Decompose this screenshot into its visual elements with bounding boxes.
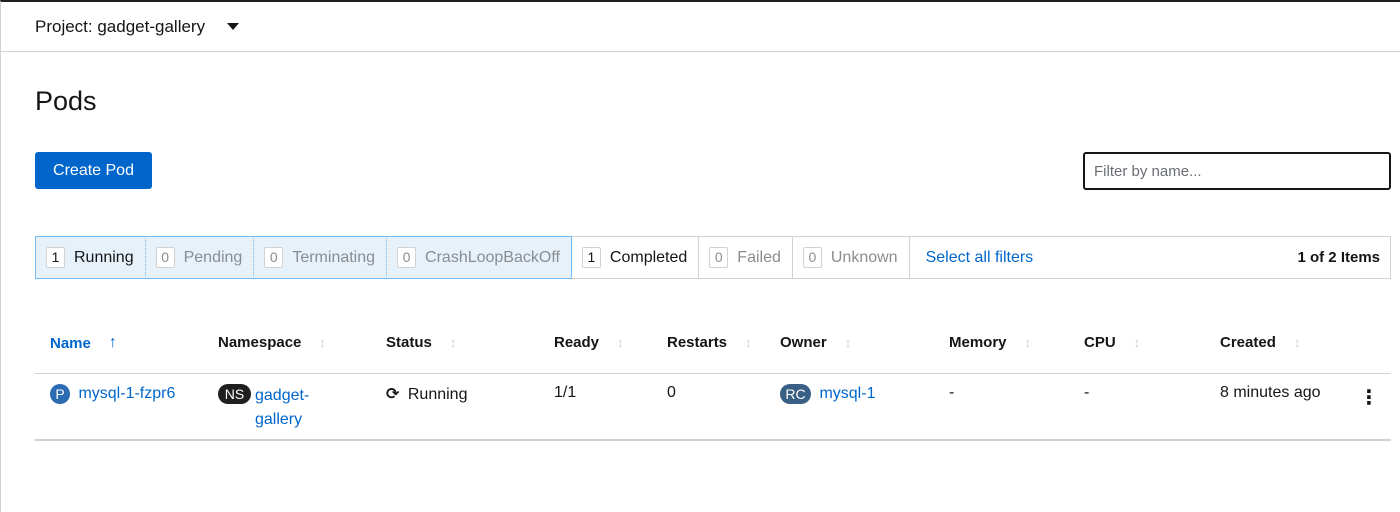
filter-count: 0 xyxy=(397,247,417,268)
column-header-status[interactable]: Status ↕ xyxy=(386,334,456,351)
filter-chip-completed[interactable]: 1 Completed xyxy=(572,237,700,278)
owner-link[interactable]: mysql-1 xyxy=(819,385,875,402)
filter-chip-running[interactable]: 1 Running xyxy=(35,236,146,279)
caret-down-icon[interactable] xyxy=(227,23,240,30)
sort-icon: ↕ xyxy=(1024,335,1032,350)
column-label: CPU xyxy=(1084,334,1116,351)
project-bar: Project: gadget-gallery xyxy=(1,2,1400,52)
column-header-restarts[interactable]: Restarts ↕ xyxy=(667,334,752,351)
filter-label: Failed xyxy=(737,248,781,266)
filter-by-name-input[interactable] xyxy=(1083,152,1391,190)
sort-icon: ↕ xyxy=(745,335,752,350)
sort-icon: ↕ xyxy=(1133,335,1141,350)
filter-label: CrashLoopBackOff xyxy=(425,248,560,266)
filter-count: 1 xyxy=(581,247,601,268)
filter-count: 1 xyxy=(46,247,65,268)
column-label: Created xyxy=(1220,334,1276,351)
column-label: Restarts xyxy=(667,334,728,351)
filter-count: 0 xyxy=(155,247,175,268)
create-pod-button[interactable]: Create Pod xyxy=(35,152,152,189)
column-label: Owner xyxy=(780,334,827,351)
filter-chip-terminating[interactable]: 0 Terminating xyxy=(253,236,388,279)
pod-name-cell: P mysql-1-fzpr6 xyxy=(50,384,175,404)
status-text: Running xyxy=(407,386,468,403)
select-all-filters-link[interactable]: Select all filters xyxy=(910,237,1034,278)
column-header-name[interactable]: Name ↑ xyxy=(50,334,117,352)
namespace-badge: NS xyxy=(218,384,251,404)
filter-chip-unknown[interactable]: 0 Unknown xyxy=(793,237,910,278)
kebab-menu-icon[interactable]: ⋮ xyxy=(1359,388,1379,408)
filter-label: Completed xyxy=(609,248,688,266)
sort-icon: ↕ xyxy=(617,335,624,350)
sort-icon: ↕ xyxy=(844,335,852,350)
filter-chip-failed[interactable]: 0 Failed xyxy=(699,237,793,278)
column-header-namespace[interactable]: Namespace ↕ xyxy=(218,334,326,351)
status-filter-bar: 1 Running 0 Pending 0 Terminating 0 Cras… xyxy=(35,236,1391,279)
filter-count: 0 xyxy=(709,247,729,268)
sync-icon: ⟳ xyxy=(386,386,400,403)
filter-chip-crashloopbackoff[interactable]: 0 CrashLoopBackOff xyxy=(386,236,572,279)
owner-cell: RC mysql-1 xyxy=(780,384,875,404)
filter-label: Terminating xyxy=(292,248,376,266)
column-header-created[interactable]: Created ↕ xyxy=(1220,334,1300,351)
created-cell: 8 minutes ago xyxy=(1220,384,1321,401)
sort-ascending-icon: ↑ xyxy=(108,334,117,351)
column-header-memory[interactable]: Memory ↕ xyxy=(949,334,1031,351)
page-title: Pods xyxy=(35,86,97,116)
column-label: Namespace xyxy=(218,334,302,351)
table-row: P mysql-1-fzpr6 NS gadget- gallery ⟳ Run… xyxy=(35,374,1391,441)
column-label: Name xyxy=(50,334,91,352)
namespace-line: gallery xyxy=(255,411,303,428)
column-label: Status xyxy=(386,334,432,351)
namespace-cell: NS gadget- gallery xyxy=(218,384,309,432)
memory-cell: - xyxy=(949,384,955,401)
filter-label: Unknown xyxy=(830,248,898,266)
pod-badge: P xyxy=(50,384,70,404)
cpu-cell: - xyxy=(1084,384,1090,401)
filter-chip-pending[interactable]: 0 Pending xyxy=(144,236,255,279)
namespace-line: gadget- xyxy=(255,387,310,404)
sort-icon: ↕ xyxy=(1293,335,1301,350)
column-header-ready[interactable]: Ready ↕ xyxy=(554,334,624,351)
filter-label: Running xyxy=(74,248,134,266)
column-label: Memory xyxy=(949,334,1007,351)
ready-cell: 1/1 xyxy=(554,384,577,401)
column-label: Ready xyxy=(554,334,600,351)
pod-name-link[interactable]: mysql-1-fzpr6 xyxy=(78,385,175,402)
filter-label: Pending xyxy=(183,248,243,266)
column-header-owner[interactable]: Owner ↕ xyxy=(780,334,851,351)
sort-icon: ↕ xyxy=(319,335,326,350)
table-header: Name ↑ Namespace ↕ Status ↕ Ready ↕ Rest… xyxy=(35,322,1391,374)
pods-table: Name ↑ Namespace ↕ Status ↕ Ready ↕ Rest… xyxy=(35,322,1391,441)
column-header-cpu[interactable]: CPU ↕ xyxy=(1084,334,1140,351)
filter-count: 0 xyxy=(264,247,284,268)
namespace-link[interactable]: gadget- gallery xyxy=(255,384,309,432)
item-count: 1 of 2 Items xyxy=(1297,249,1380,266)
filter-count: 0 xyxy=(802,247,822,268)
sort-icon: ↕ xyxy=(449,335,457,350)
project-selector-label[interactable]: Project: gadget-gallery xyxy=(35,17,205,37)
owner-badge: RC xyxy=(780,384,811,404)
restarts-cell: 0 xyxy=(667,384,676,401)
status-cell: ⟳ Running xyxy=(386,384,467,404)
